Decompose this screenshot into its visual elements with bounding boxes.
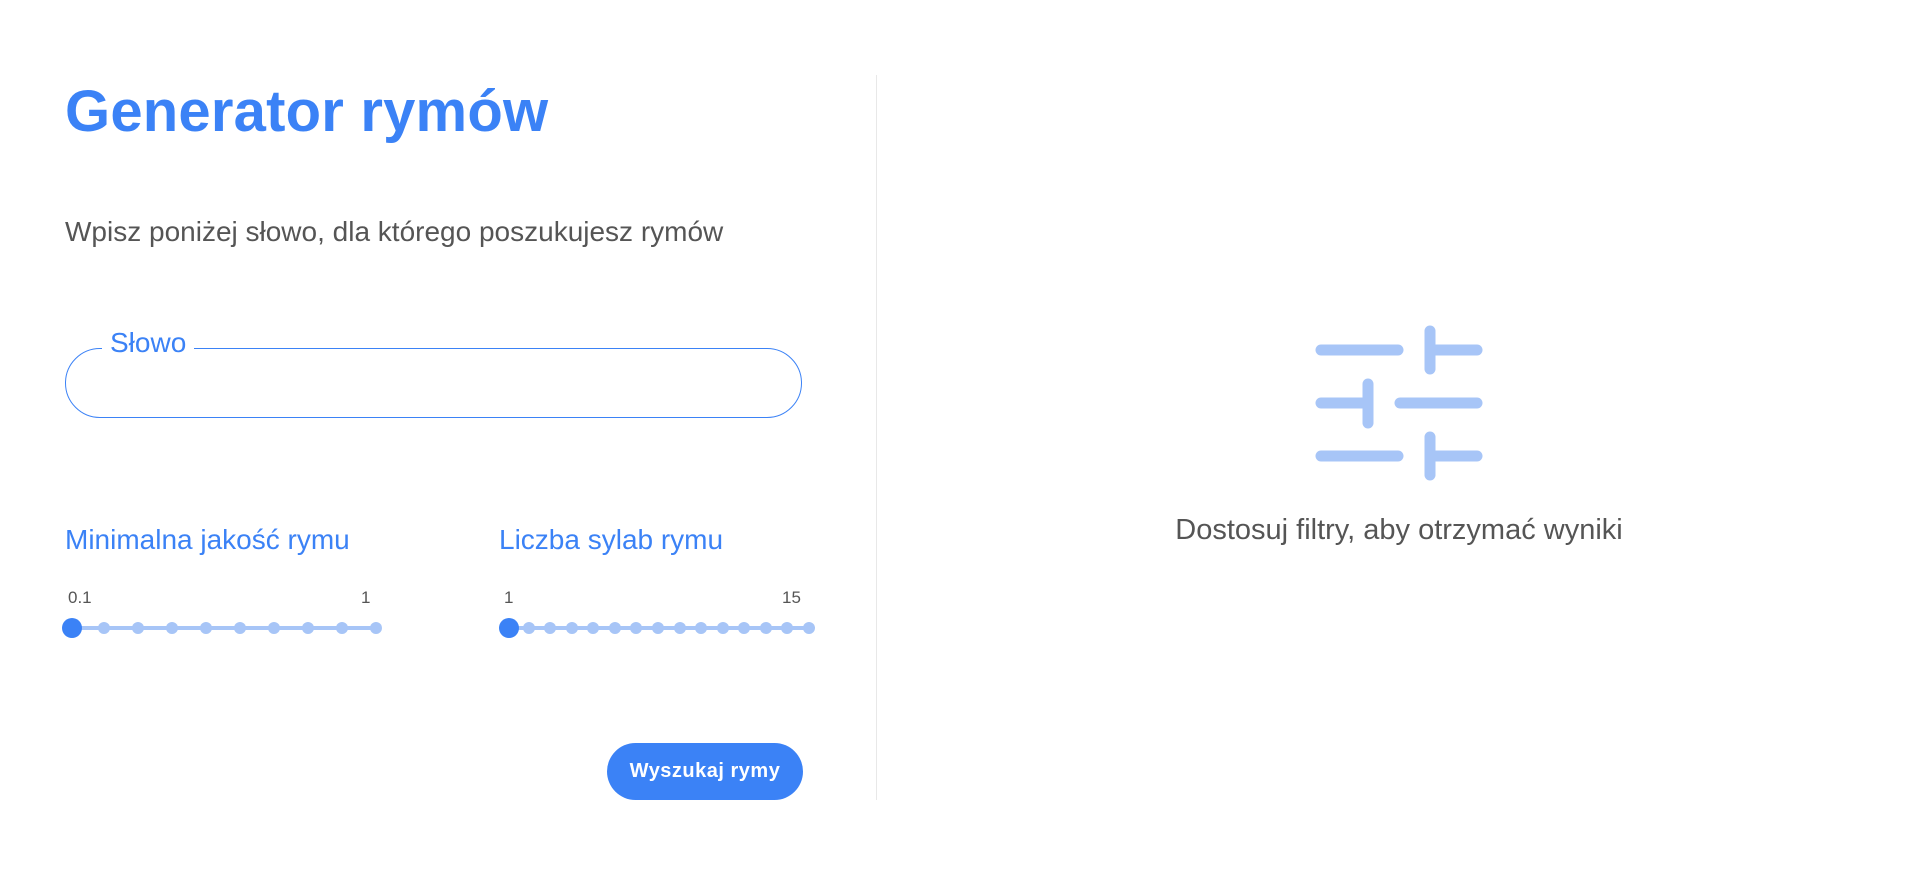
syllables-step-dot[interactable] <box>673 622 686 634</box>
word-field-label: Słowo <box>102 327 195 359</box>
quality-slider-title: Minimalna jakość rymu <box>65 524 350 555</box>
syllables-step-dot[interactable] <box>695 622 708 634</box>
syllables-max-label: 15 <box>782 588 801 607</box>
quality-step-dot[interactable] <box>234 622 246 634</box>
quality-slider-thumb[interactable] <box>62 618 82 638</box>
page-title: Generator rymów <box>65 79 549 144</box>
syllables-step-dot[interactable] <box>738 622 751 634</box>
syllables-step-dot[interactable] <box>587 622 600 634</box>
syllables-step-dot[interactable] <box>652 622 664 634</box>
syllables-step-dot[interactable] <box>608 622 621 634</box>
syllables-step-dot[interactable] <box>565 622 578 634</box>
page-subtitle: Wpisz poniżej słowo, dla którego poszuku… <box>65 216 724 247</box>
quality-min-label: 0.1 <box>68 588 92 607</box>
quality-step-dot[interactable] <box>98 622 110 634</box>
syllables-step-dot[interactable] <box>716 622 729 634</box>
syllables-step-dot[interactable] <box>630 622 643 634</box>
quality-step-dot[interactable] <box>302 622 314 634</box>
syllables-step-dot[interactable] <box>781 622 794 634</box>
quality-step-dot[interactable] <box>370 622 382 634</box>
quality-step-dot[interactable] <box>132 622 144 634</box>
search-form-panel: Generator rymów Wpisz poniżej słowo, dla… <box>0 0 876 872</box>
word-input[interactable] <box>96 365 766 403</box>
syllables-step-dot[interactable] <box>544 622 557 634</box>
quality-max-label: 1 <box>361 588 371 607</box>
results-panel: Dostosuj filtry, aby otrzymać wyniki <box>877 0 1905 872</box>
quality-step-dot[interactable] <box>268 622 280 634</box>
syllables-step-dot[interactable] <box>759 622 772 634</box>
quality-step-dot[interactable] <box>336 622 348 634</box>
quality-step-dot[interactable] <box>166 622 178 634</box>
syllables-slider-thumb[interactable] <box>499 618 519 638</box>
sliders-icon <box>1315 325 1483 481</box>
syllables-step-dot[interactable] <box>803 622 815 634</box>
search-rhymes-button[interactable]: Wyszukaj rymy <box>607 743 803 800</box>
word-field[interactable]: Słowo <box>65 327 802 418</box>
quality-step-dot[interactable] <box>200 622 212 634</box>
syllables-step-dot[interactable] <box>522 622 535 634</box>
quality-slider-track[interactable] <box>70 626 376 630</box>
empty-results-message: Dostosuj filtry, aby otrzymać wyniki <box>1175 514 1623 546</box>
syllables-min-label: 1 <box>504 588 514 607</box>
syllables-slider-title: Liczba sylab rymu <box>499 524 724 555</box>
